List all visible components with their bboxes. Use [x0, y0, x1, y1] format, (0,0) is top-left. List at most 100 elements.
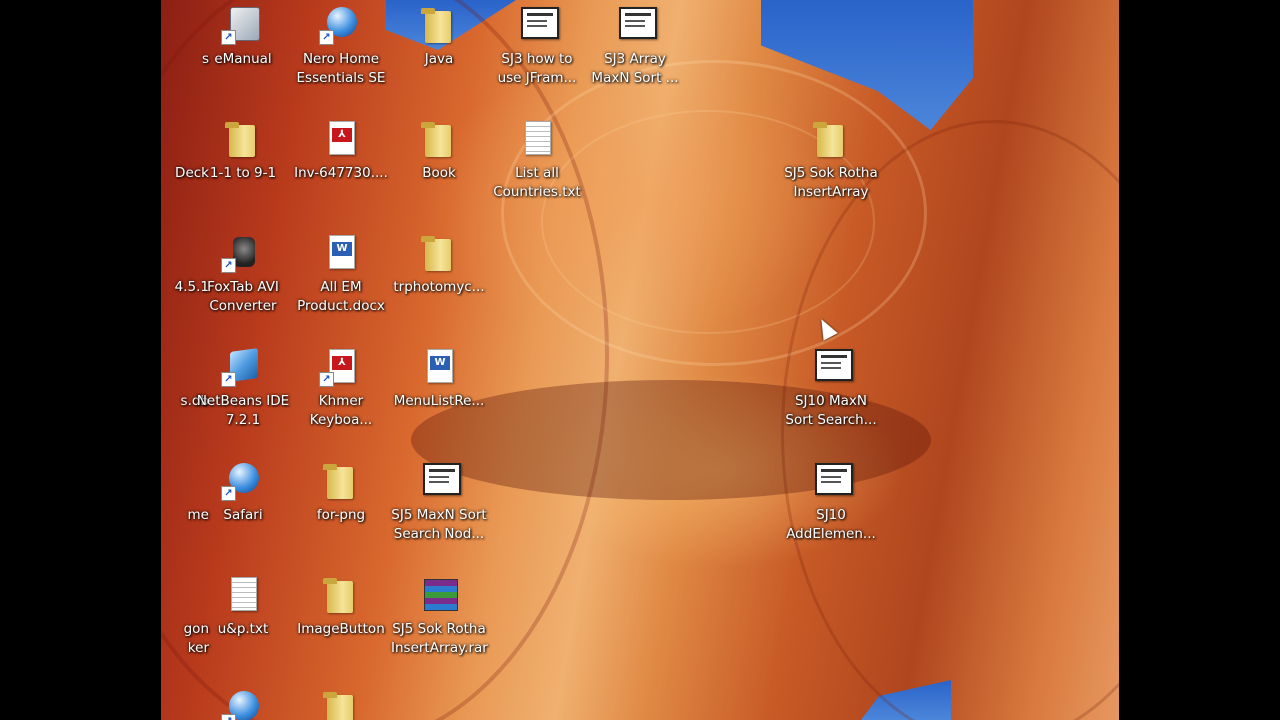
folder-icon	[225, 122, 255, 157]
application-icon	[521, 7, 559, 39]
icon-image	[617, 5, 657, 43]
pdf-icon: ⅄	[329, 121, 355, 155]
icon-label: ImageButton	[297, 621, 385, 637]
icon-image: W	[421, 347, 457, 385]
application-icon	[619, 7, 657, 39]
desktop-icon-netbeans[interactable]: ↗ NetBeans IDE 7.2.1	[195, 344, 291, 430]
icon-image: ⅄ ↗	[319, 347, 359, 387]
folder-icon	[323, 578, 353, 613]
desktop-icon-inv[interactable]: ⅄ Inv-647730....	[293, 116, 389, 183]
desktop-icon-menulist[interactable]: W MenuListRe...	[391, 344, 487, 411]
icon-label: u&p.txt	[217, 621, 269, 637]
desktop-icon-sj3-jframe[interactable]: SJ3 how to use JFram...	[489, 2, 585, 88]
shortcut-arrow-icon: ↗	[319, 30, 334, 45]
desktop-icon-java[interactable]: Java	[391, 2, 487, 69]
desktop-icon-safari[interactable]: ↗ Safari	[195, 458, 291, 525]
icon-label: Inv-647730....	[294, 165, 388, 181]
icon-image	[323, 575, 359, 613]
folder-icon	[323, 464, 353, 499]
icon-image: ↗	[221, 5, 261, 45]
desktop-icon-for-png[interactable]: for-png	[293, 458, 389, 525]
application-icon	[815, 349, 853, 381]
desktop-icon-sj10-maxn[interactable]: SJ10 MaxN Sort Search...	[783, 344, 879, 430]
icon-image	[421, 119, 457, 157]
desktop-icon-book[interactable]: Book	[391, 116, 487, 183]
icon-image	[323, 461, 359, 499]
shortcut-arrow-icon: ↗	[221, 714, 236, 720]
icon-image	[225, 575, 261, 613]
shortcut-arrow-icon: ↗	[221, 30, 236, 45]
desktop-icon-uandp[interactable]: u&p.txt	[195, 572, 291, 639]
icon-image: ↗	[221, 461, 261, 501]
icon-image	[813, 347, 853, 385]
icon-image: ↗	[319, 5, 359, 45]
folder-icon	[813, 122, 843, 157]
desktop-icon-sj5-maxn[interactable]: SJ5 MaxN Sort Search Nod...	[391, 458, 487, 544]
desktop-icon-khmer[interactable]: ⅄ ↗ Khmer Keyboa...	[293, 344, 389, 430]
icon-image: W	[323, 233, 359, 271]
icon-image	[813, 119, 849, 157]
icon-image	[421, 233, 457, 271]
icon-image: ↗	[221, 347, 261, 387]
icon-image	[421, 461, 461, 499]
icon-label: SJ5 Sok Rotha InsertArray	[784, 165, 878, 200]
icon-label: SJ5 MaxN Sort Search Nod...	[391, 507, 487, 542]
icon-label: Safari	[223, 507, 263, 523]
desktop-icon-trphoto[interactable]: trphotomyc...	[391, 230, 487, 297]
desktop-icon-nero[interactable]: ↗ Nero Home Essentials SE	[293, 2, 389, 88]
word-doc-icon: W	[427, 349, 453, 383]
application-icon	[815, 463, 853, 495]
desktop-icon-sj5-sok-insert[interactable]: SJ5 Sok Rotha InsertArray	[783, 116, 879, 202]
icon-image	[519, 119, 555, 157]
icon-label: trphotomyc...	[393, 279, 485, 295]
icon-label: Java	[424, 51, 454, 67]
icon-label: NetBeans IDE 7.2.1	[196, 393, 290, 428]
icon-label: List all Countries.txt	[493, 165, 581, 200]
icon-label: eManual	[214, 51, 272, 67]
desktop-icon-row6-orb[interactable]: ↗	[195, 686, 291, 720]
rar-archive-icon	[424, 579, 458, 611]
text-file-icon	[525, 121, 551, 155]
desktop-icon-foxtab[interactable]: ↗ FoxTab AVI Converter	[195, 230, 291, 316]
folder-icon	[421, 8, 451, 43]
icon-image	[519, 5, 559, 43]
icon-label: Book	[422, 165, 456, 181]
text-file-icon	[231, 577, 257, 611]
folder-icon	[421, 122, 451, 157]
icon-label: All EM Product.docx	[297, 279, 385, 314]
desktop-icon-sj3-array[interactable]: SJ3 Array MaxN Sort ...	[587, 2, 683, 88]
icon-image	[813, 461, 853, 499]
icon-label: for-png	[316, 507, 366, 523]
desktop-icon-imagebutton[interactable]: ImageButton	[293, 572, 389, 639]
desktop-icon-1-1-to-9-1[interactable]: 1-1 to 9-1	[195, 116, 291, 183]
wallpaper-rock-band	[501, 60, 927, 366]
icon-image	[421, 5, 457, 43]
desktop[interactable]: s ↗ eManual ↗ Nero Home Essentials SE Java SJ3…	[161, 0, 1119, 720]
desktop-icon-sj5-rar[interactable]: SJ5 Sok Rotha InsertArray.rar	[391, 572, 488, 658]
word-doc-icon: W	[329, 235, 355, 269]
desktop-icon-all-em[interactable]: W All EM Product.docx	[293, 230, 389, 316]
desktop-icon-row6-folder[interactable]	[293, 686, 389, 720]
folder-icon	[421, 236, 451, 271]
shortcut-arrow-icon: ↗	[319, 372, 334, 387]
icon-label: SJ3 Array MaxN Sort ...	[591, 51, 679, 86]
folder-icon	[323, 692, 353, 720]
icon-image	[323, 689, 359, 720]
icon-label: SJ5 Sok Rotha InsertArray.rar	[391, 621, 488, 656]
icon-label: 1-1 to 9-1	[209, 165, 277, 181]
mouse-cursor	[814, 315, 838, 341]
desktop-icon-sj10-add[interactable]: SJ10 AddElemen...	[783, 458, 879, 544]
icon-label: MenuListRe...	[393, 393, 485, 409]
speaker-icon	[233, 237, 255, 267]
icon-label: FoxTab AVI Converter	[207, 279, 279, 314]
icon-image: ↗	[221, 233, 261, 273]
shortcut-arrow-icon: ↗	[221, 372, 236, 387]
icon-label: SJ3 how to use JFram...	[497, 51, 577, 86]
shortcut-arrow-icon: ↗	[221, 486, 236, 501]
shortcut-arrow-icon: ↗	[221, 258, 236, 273]
wallpaper-sky	[761, 0, 973, 130]
application-icon	[423, 463, 461, 495]
desktop-icon-emanual[interactable]: ↗ eManual	[195, 2, 291, 69]
desktop-icon-list-countries[interactable]: List all Countries.txt	[489, 116, 585, 202]
icon-label: SJ10 AddElemen...	[786, 507, 876, 542]
